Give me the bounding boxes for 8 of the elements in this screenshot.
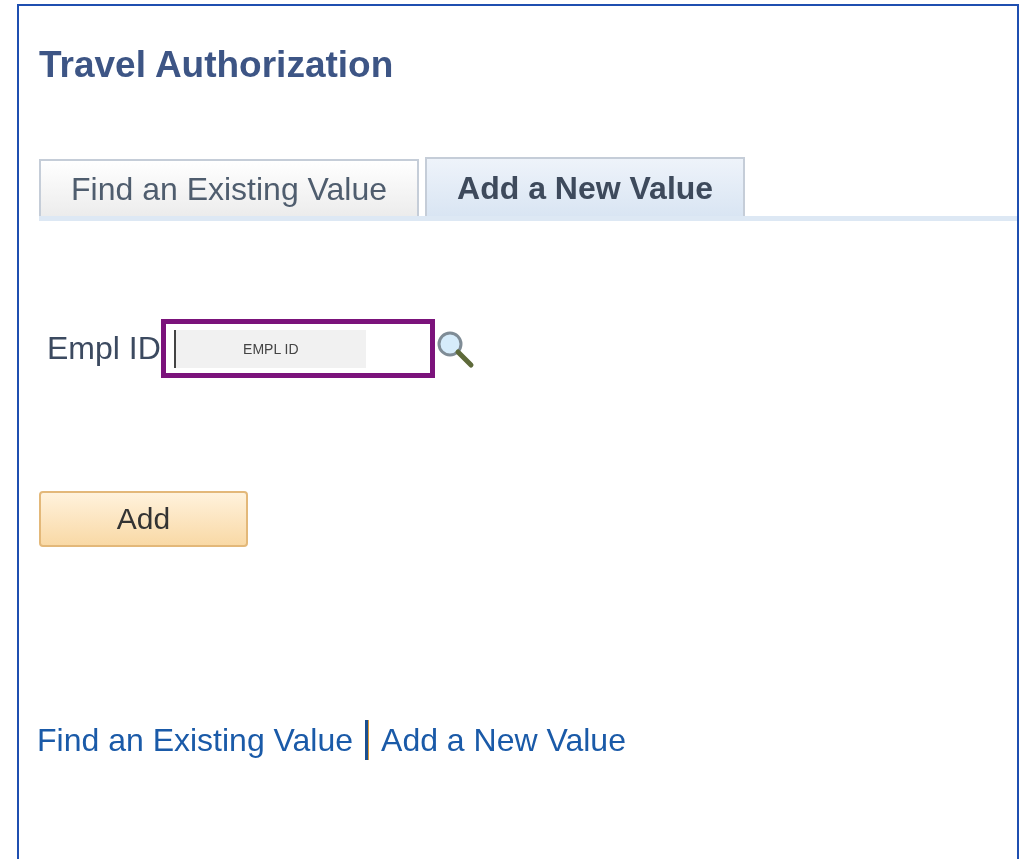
link[interactable]: Add a New Value	[381, 721, 626, 759]
tab[interactable]: Find an Existing Value	[39, 159, 420, 216]
page-title: Travel Authorization	[39, 44, 395, 86]
input-field[interactable]: EMPL ID	[160, 319, 435, 378]
add-button[interactable]: Add	[39, 491, 248, 547]
field-label: Empl ID	[47, 330, 161, 367]
tab[interactable]: Add a New Value	[425, 157, 746, 216]
link[interactable]: Find an Existing Value	[37, 721, 354, 759]
